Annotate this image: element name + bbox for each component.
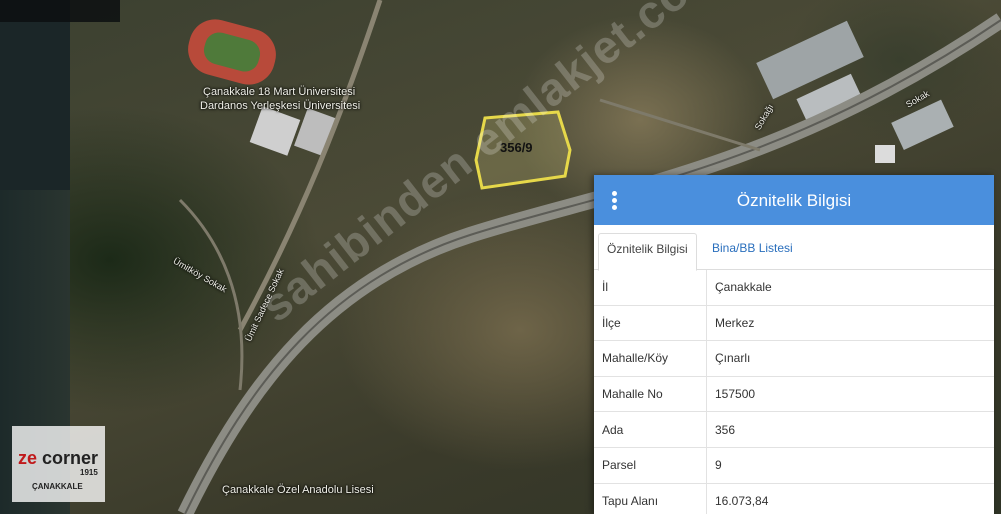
row-value: 9 (706, 447, 994, 484)
road (178, 198, 244, 391)
table-row: Ada 356 (594, 411, 994, 448)
zecorner-logo: ze corner 1915 ÇANAKKALE (12, 426, 105, 502)
row-key: İlçe (594, 305, 707, 342)
row-key: Parsel (594, 447, 707, 484)
logo-corner: corner (42, 448, 99, 468)
university-label-1: Çanakkale 18 Mart Üniversitesi (203, 86, 356, 98)
panel-title: Öznitelik Bilgisi (736, 191, 852, 210)
table-row: Tapu Alanı 16.073,84 (594, 483, 994, 514)
university-label-2: Dardanos Yerleşkesi Üniversitesi (200, 100, 361, 112)
row-key: Tapu Alanı (594, 483, 707, 514)
table-row: Parsel 9 (594, 447, 994, 484)
tab-attribute-info[interactable]: Öznitelik Bilgisi (598, 233, 697, 271)
logo-year: 1915 (80, 468, 98, 477)
school-label: Çanakkale Özel Anadolu Lisesi (222, 484, 374, 496)
road (599, 98, 761, 152)
row-key: Mahalle No (594, 376, 707, 413)
row-value: Çanakkale (706, 270, 994, 306)
building (294, 108, 336, 156)
building (875, 145, 895, 163)
row-key: İl (594, 270, 707, 306)
row-value: Merkez (706, 305, 994, 342)
table-row: İlçe Merkez (594, 305, 994, 342)
row-value: 157500 (706, 376, 994, 413)
row-key: Ada (594, 411, 707, 448)
panel-tabs: Öznitelik Bilgisi Bina/BB Listesi (594, 225, 994, 271)
building (891, 99, 954, 151)
attribute-table: İl Çanakkale İlçe Merkez Mahalle/Köy Çınarl… (594, 270, 994, 514)
attribute-panel: Öznitelik Bilgisi Öznitelik Bilgisi Bina… (594, 175, 994, 514)
building (249, 106, 301, 156)
logo-ze: ze (18, 448, 38, 468)
logo-city: ÇANAKKALE (32, 482, 83, 491)
table-row: Mahalle No 157500 (594, 376, 994, 413)
row-key: Mahalle/Köy (594, 340, 707, 377)
row-value: 356 (706, 411, 994, 448)
tab-building-list[interactable]: Bina/BB Listesi (704, 233, 801, 269)
row-value: 16.073,84 (706, 483, 994, 514)
panel-header: Öznitelik Bilgisi (594, 175, 994, 225)
table-row: İl Çanakkale (594, 270, 994, 306)
row-value: Çınarlı (706, 340, 994, 377)
table-row: Mahalle/Köy Çınarlı (594, 340, 994, 377)
